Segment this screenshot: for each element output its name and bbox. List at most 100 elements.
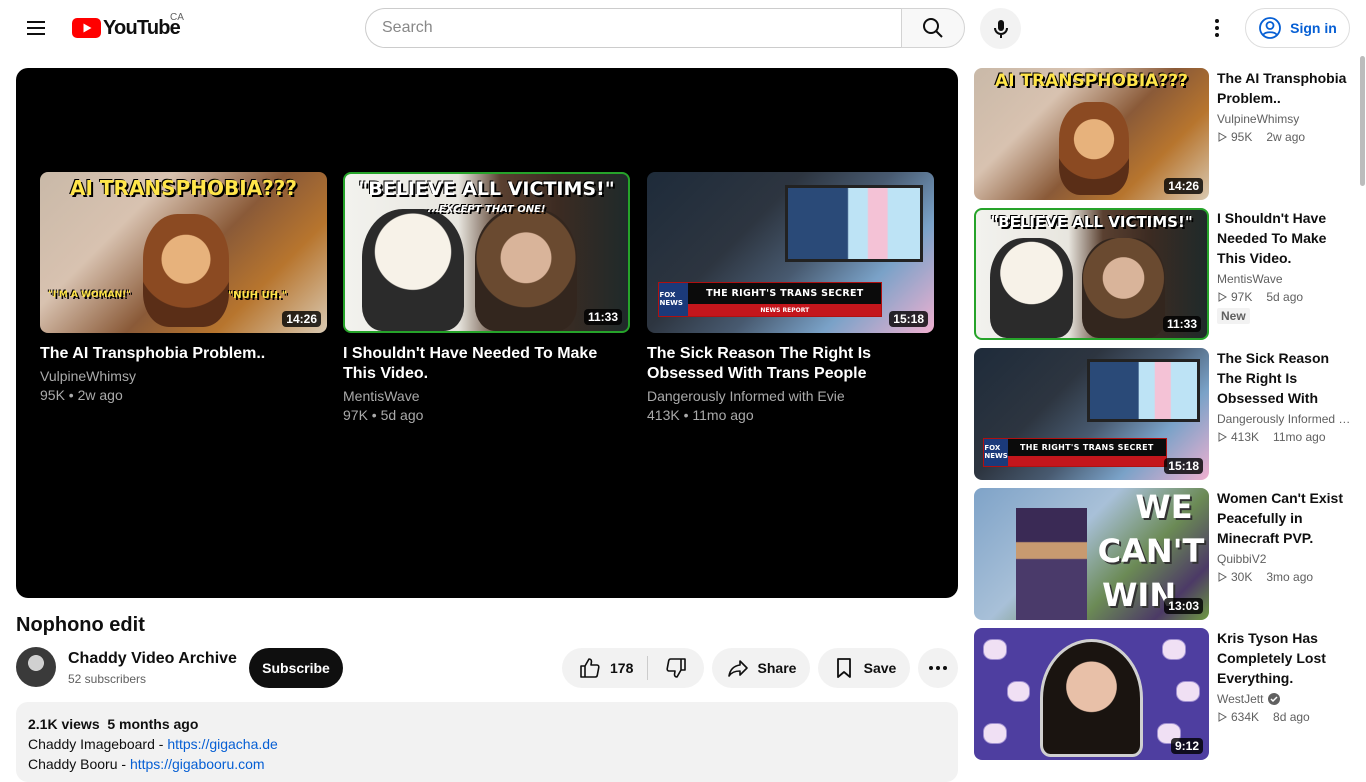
- logo-wordmark: YouTube: [103, 16, 181, 39]
- thumbnail-caption: AI TRANSPHOBIA???: [995, 71, 1188, 91]
- duration-badge: 13:03: [1164, 598, 1203, 614]
- share-button[interactable]: Share: [712, 648, 810, 688]
- view-count: 97K: [1231, 290, 1253, 304]
- recommended-title[interactable]: The AI Transphobia Problem..: [1217, 68, 1351, 108]
- sign-in-button[interactable]: Sign in: [1245, 8, 1350, 48]
- thumbnail-character-art: [143, 213, 230, 327]
- sign-in-label: Sign in: [1290, 20, 1337, 36]
- recommended-thumbnail[interactable]: "BELIEVE ALL VICTIMS!" 11:33: [974, 208, 1209, 340]
- like-button[interactable]: 178: [562, 656, 648, 680]
- channel-avatar[interactable]: [16, 647, 56, 687]
- country-code: CA: [170, 12, 184, 23]
- thumbnail-minecraft-character: [1016, 507, 1087, 620]
- duration-badge: 14:26: [1164, 178, 1203, 194]
- subscriber-count: 52 subscribers: [68, 672, 147, 686]
- recommended-info: I Shouldn't Have Needed To Make This Vid…: [1217, 208, 1351, 325]
- dislike-button[interactable]: [648, 648, 704, 688]
- save-button[interactable]: Save: [818, 648, 910, 688]
- description-link[interactable]: https://gigabooru.com: [130, 756, 265, 772]
- upload-age: 5d ago: [1266, 290, 1304, 304]
- end-card-meta: 413K • 11mo ago: [647, 407, 754, 423]
- video-player[interactable]: AI TRANSPHOBIA??? "I'M A WOMAN!" "NUH UH…: [16, 68, 958, 598]
- bookmark-icon: [836, 658, 851, 678]
- subscribe-button[interactable]: Subscribe: [249, 648, 343, 688]
- scrollbar-thumb[interactable]: [1360, 56, 1365, 186]
- more-actions-button[interactable]: [918, 648, 958, 688]
- channel-name-link[interactable]: Chaddy Video Archive: [68, 650, 237, 668]
- end-screen-video-card[interactable]: AI TRANSPHOBIA??? "I'M A WOMAN!" "NUH UH…: [40, 172, 327, 405]
- recommended-title[interactable]: I Shouldn't Have Needed To Make This Vid…: [1217, 208, 1351, 268]
- youtube-logo[interactable]: YouTube: [72, 16, 181, 39]
- channel-name: Dangerously Informed …: [1217, 412, 1351, 426]
- view-count: 634K: [1231, 710, 1260, 724]
- end-card-title[interactable]: The Sick Reason The Right Is Obsessed Wi…: [647, 344, 934, 384]
- end-card-thumbnail[interactable]: FOX NEWS THE RIGHT'S TRANS SECRET NEWS R…: [647, 172, 934, 333]
- upload-age: 3mo ago: [1266, 570, 1314, 584]
- end-card-channel: VulpineWhimsy: [40, 368, 136, 384]
- thumbnail-caption: WE: [1135, 488, 1193, 526]
- recommended-title[interactable]: Women Can't Exist Peacefully in Minecraf…: [1217, 488, 1351, 548]
- recommended-title[interactable]: Kris Tyson Has Completely Lost Everythin…: [1217, 628, 1351, 688]
- duration-badge: 11:33: [583, 309, 622, 325]
- recommended-info: The AI Transphobia Problem.. VulpineWhim…: [1217, 68, 1351, 146]
- horizontal-dots-icon: [929, 666, 947, 670]
- account-circle-icon: [1259, 17, 1282, 39]
- description-line: Chaddy Booru - https://gigabooru.com: [28, 754, 946, 774]
- recommended-stats: 634K 8d ago: [1217, 708, 1351, 726]
- recommended-thumbnail[interactable]: FOX NEWS THE RIGHT'S TRANS SECRET 15:18: [974, 348, 1209, 480]
- recommended-thumbnail[interactable]: 9:12: [974, 628, 1209, 760]
- recommended-info: Kris Tyson Has Completely Lost Everythin…: [1217, 628, 1351, 726]
- recommended-title[interactable]: The Sick Reason The Right Is Obsessed Wi…: [1217, 348, 1351, 408]
- thumbnail-mask-pattern: [1176, 680, 1200, 702]
- settings-more-button[interactable]: [1197, 8, 1237, 48]
- end-card-title[interactable]: The AI Transphobia Problem..: [40, 344, 327, 364]
- search-button[interactable]: [901, 8, 965, 48]
- page-scrollbar[interactable]: [1359, 56, 1366, 768]
- thumbnail-mask-pattern: [983, 638, 1007, 660]
- end-card-thumbnail[interactable]: AI TRANSPHOBIA??? "I'M A WOMAN!" "NUH UH…: [40, 172, 327, 333]
- end-screen-video-card[interactable]: FOX NEWS THE RIGHT'S TRANS SECRET NEWS R…: [647, 172, 934, 425]
- news-logo: FOX NEWS: [984, 438, 1008, 466]
- duration-badge: 15:18: [1164, 458, 1203, 474]
- thumbnail-illustrated-face: [989, 238, 1074, 338]
- view-count: 95K: [1231, 130, 1253, 144]
- recommended-thumbnail[interactable]: WE CAN'T WIN 13:03: [974, 488, 1209, 620]
- end-card-thumbnail[interactable]: "BELIEVE ALL VICTIMS!" ...EXCEPT THAT ON…: [343, 172, 630, 333]
- news-banner-text: THE RIGHT'S TRANS SECRET: [1007, 438, 1166, 457]
- search-icon: [923, 18, 943, 38]
- end-card-title[interactable]: I Shouldn't Have Needed To Make This Vid…: [343, 344, 630, 384]
- voice-search-button[interactable]: [980, 8, 1021, 49]
- recommended-video[interactable]: 9:12 Kris Tyson Has Completely Lost Ever…: [974, 628, 1354, 760]
- description-text: Chaddy Imageboard -: [28, 736, 168, 752]
- search-input[interactable]: Search: [365, 8, 902, 48]
- like-count: 178: [610, 660, 634, 676]
- news-logo: FOX NEWS: [659, 282, 689, 316]
- thumbnail-caption: "BELIEVE ALL VICTIMS!": [358, 178, 615, 200]
- recommended-thumbnail[interactable]: AI TRANSPHOBIA??? 14:26: [974, 68, 1209, 200]
- recommended-stats: 95K 2w ago: [1217, 128, 1351, 146]
- masthead: YouTube CA Search Sign in: [0, 0, 1366, 56]
- end-card-meta: 97K • 5d ago: [343, 407, 424, 423]
- end-card-channel: MentisWave: [343, 388, 420, 404]
- hamburger-menu-button[interactable]: [16, 8, 56, 48]
- recommended-channel: VulpineWhimsy: [1217, 110, 1351, 128]
- recommended-video[interactable]: "BELIEVE ALL VICTIMS!" 11:33 I Shouldn't…: [974, 208, 1354, 340]
- thumbnail-person-face: [475, 208, 578, 331]
- video-title: Nophono edit: [16, 614, 145, 636]
- description-link[interactable]: https://gigacha.de: [167, 736, 278, 752]
- recommended-video[interactable]: FOX NEWS THE RIGHT'S TRANS SECRET 15:18 …: [974, 348, 1354, 480]
- end-screen-video-card[interactable]: "BELIEVE ALL VICTIMS!" ...EXCEPT THAT ON…: [343, 172, 630, 425]
- recommended-video[interactable]: WE CAN'T WIN 13:03 Women Can't Exist Pea…: [974, 488, 1354, 620]
- thumbnail-person-portrait: [1039, 638, 1144, 758]
- view-count: 413K: [1231, 430, 1260, 444]
- play-views-icon: [1218, 132, 1227, 142]
- share-label: Share: [757, 660, 797, 676]
- duration-badge: 15:18: [889, 311, 928, 327]
- thumbnail-caption: ...EXCEPT THAT ONE!: [427, 204, 546, 215]
- thumbnail-mask-pattern: [1006, 680, 1031, 702]
- recommended-video[interactable]: AI TRANSPHOBIA??? 14:26 The AI Transphob…: [974, 68, 1354, 200]
- video-owner-row: Chaddy Video Archive 52 subscribers Subs…: [16, 646, 958, 690]
- view-count-date: 2.1K views 5 months ago: [28, 716, 199, 732]
- video-description[interactable]: 2.1K views 5 months ago Chaddy Imageboar…: [16, 702, 958, 782]
- description-text: Chaddy Booru -: [28, 756, 130, 772]
